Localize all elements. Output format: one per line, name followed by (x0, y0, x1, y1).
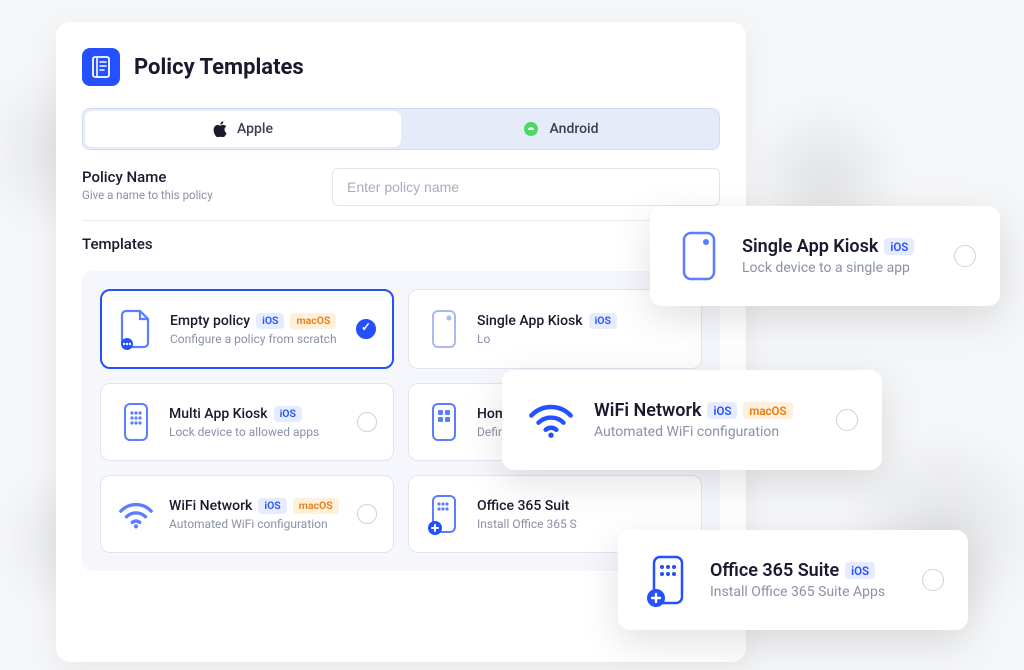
ios-badge: iOS (258, 498, 286, 514)
template-desc: Lo (477, 332, 685, 346)
macos-badge: macOS (290, 313, 336, 329)
template-desc: Install Office 365 S (477, 517, 685, 531)
phone-layout-icon (425, 400, 463, 444)
platform-segmented-control: Apple Android (82, 108, 720, 150)
template-title: Multi App Kiosk (169, 406, 268, 422)
template-desc: Lock device to a single app (742, 260, 936, 276)
tab-android-label: Android (549, 121, 598, 137)
template-desc: Configure a policy from scratch (170, 332, 342, 346)
wifi-icon (526, 392, 576, 448)
apple-icon (213, 121, 227, 137)
templates-header: Templates Both (82, 235, 720, 253)
file-plus-icon (118, 307, 156, 351)
tab-apple-label: Apple (237, 121, 273, 137)
android-icon (523, 121, 539, 137)
templates-label: Templates (82, 235, 153, 253)
tab-android[interactable]: Android (403, 109, 719, 149)
policy-name-label: Policy Name (82, 168, 302, 186)
popout-wifi-network[interactable]: WiFi Network iOS macOS Automated WiFi co… (502, 370, 882, 470)
template-title: Office 365 Suit (477, 498, 569, 514)
policy-icon (82, 48, 120, 86)
template-radio[interactable] (922, 569, 944, 591)
policy-name-row: Policy Name Give a name to this policy (82, 168, 720, 206)
template-wifi-network[interactable]: WiFi Network iOS macOS Automated WiFi co… (100, 475, 394, 553)
template-title: WiFi Network (169, 498, 252, 514)
policy-name-input[interactable] (332, 168, 720, 206)
card-header: Policy Templates (82, 48, 720, 86)
wifi-icon (117, 492, 155, 536)
template-title: Single App Kiosk (742, 236, 878, 257)
ios-badge: iOS (256, 313, 284, 329)
template-radio[interactable] (836, 409, 858, 431)
template-radio[interactable] (356, 319, 376, 339)
ios-badge: iOS (884, 238, 914, 255)
macos-badge: macOS (743, 402, 792, 419)
ios-badge: iOS (845, 562, 875, 579)
template-multi-app-kiosk[interactable]: Multi App Kiosk iOS Lock device to allow… (100, 383, 394, 461)
template-empty-policy[interactable]: Empty policy iOS macOS Configure a polic… (100, 289, 394, 369)
template-desc: Automated WiFi configuration (169, 517, 343, 531)
popout-single-app-kiosk[interactable]: Single App Kiosk iOS Lock device to a si… (650, 206, 1000, 306)
template-radio[interactable] (954, 245, 976, 267)
phone-grid-icon (117, 400, 155, 444)
divider (82, 220, 720, 221)
phone-single-icon (674, 228, 724, 284)
ios-badge: iOS (589, 313, 617, 329)
page-title: Policy Templates (134, 55, 304, 80)
phone-add-icon (425, 492, 463, 536)
template-desc: Install Office 365 Suite Apps (710, 584, 904, 600)
template-desc: Automated WiFi configuration (594, 424, 818, 440)
policy-name-hint: Give a name to this policy (82, 188, 302, 202)
tab-apple[interactable]: Apple (85, 111, 401, 147)
ios-badge: iOS (274, 406, 302, 422)
ios-badge: iOS (707, 402, 737, 419)
template-desc: Lock device to allowed apps (169, 425, 343, 439)
template-radio[interactable] (357, 504, 377, 524)
template-title: Empty policy (170, 313, 250, 329)
popout-office-365[interactable]: Office 365 Suite iOS Install Office 365 … (618, 530, 968, 630)
template-radio[interactable] (357, 412, 377, 432)
macos-badge: macOS (293, 498, 339, 514)
phone-add-icon (642, 552, 692, 608)
template-title: Single App Kiosk (477, 313, 583, 329)
template-title: WiFi Network (594, 400, 701, 421)
template-title: Office 365 Suite (710, 560, 839, 581)
phone-single-icon (425, 307, 463, 351)
